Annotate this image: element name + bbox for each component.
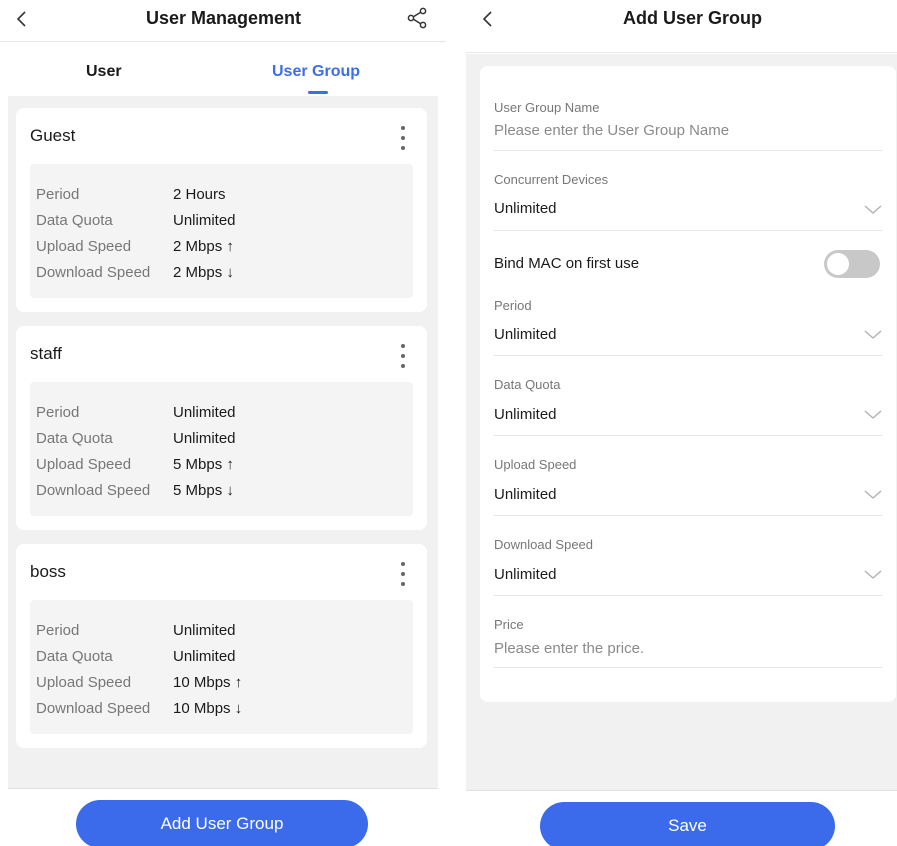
page-title: User Management xyxy=(146,8,302,28)
group-name: Guest xyxy=(30,126,76,145)
group-name-label: User Group Name xyxy=(494,100,600,115)
header: Add User Group xyxy=(466,0,897,53)
detail-value: 10 Mbps ↓ xyxy=(173,700,243,717)
divider xyxy=(494,230,882,231)
detail-value: 2 Hours xyxy=(173,186,226,203)
group-name: staff xyxy=(30,344,62,363)
divider xyxy=(494,667,882,668)
detail-value: Unlimited xyxy=(173,404,236,421)
user-group-list: Guest Period 2 Hours Data Quota Unlimite… xyxy=(8,96,438,788)
user-group-card[interactable]: staff Period Unlimited Data Quota Unlimi… xyxy=(16,326,427,530)
detail-label: Period xyxy=(36,186,80,203)
detail-value: 10 Mbps ↑ xyxy=(173,674,243,691)
detail-value: 5 Mbps ↑ xyxy=(173,456,234,473)
upload-speed-label: Upload Speed xyxy=(494,457,577,472)
group-details: Period 2 Hours Data Quota Unlimited Uplo… xyxy=(30,164,413,298)
bind-mac-label: Bind MAC on first use xyxy=(494,255,640,272)
data-quota-select[interactable]: Unlimited xyxy=(494,406,557,423)
concurrent-devices-label: Concurrent Devices xyxy=(494,172,609,187)
page-title: Add User Group xyxy=(623,8,763,28)
group-details: Period Unlimited Data Quota Unlimited Up… xyxy=(30,600,413,734)
group-name: boss xyxy=(30,562,66,581)
detail-value: 2 Mbps ↓ xyxy=(173,264,234,281)
group-name-input[interactable] xyxy=(494,122,874,139)
detail-label: Download Speed xyxy=(36,264,151,281)
add-user-group-screen: Add User Group User Group Name Concurren… xyxy=(466,0,897,846)
detail-label: Data Quota xyxy=(36,430,113,447)
download-speed-select[interactable]: Unlimited xyxy=(494,566,557,583)
period-label: Period xyxy=(494,298,532,313)
chevron-down-icon[interactable] xyxy=(864,489,882,501)
detail-value: Unlimited xyxy=(173,622,236,639)
chevron-down-icon[interactable] xyxy=(864,569,882,581)
detail-value: 5 Mbps ↓ xyxy=(173,482,234,499)
price-input[interactable] xyxy=(494,640,874,657)
user-group-card[interactable]: Guest Period 2 Hours Data Quota Unlimite… xyxy=(16,108,427,312)
tab-user-group[interactable]: User Group xyxy=(272,63,360,81)
share-icon[interactable] xyxy=(406,6,430,30)
divider xyxy=(494,515,882,516)
divider xyxy=(494,355,882,356)
back-icon[interactable] xyxy=(476,6,500,32)
detail-value: 2 Mbps ↑ xyxy=(173,238,234,255)
chevron-down-icon[interactable] xyxy=(864,329,882,341)
header: User Management xyxy=(0,0,446,42)
detail-label: Upload Speed xyxy=(36,674,132,691)
active-tab-indicator xyxy=(308,91,328,94)
bottom-action-bar: Save xyxy=(466,790,897,846)
period-select[interactable]: Unlimited xyxy=(494,326,557,343)
more-options-icon[interactable] xyxy=(395,124,411,152)
detail-label: Upload Speed xyxy=(36,456,132,473)
add-user-group-form: User Group Name Concurrent Devices Unlim… xyxy=(480,66,896,702)
chevron-down-icon[interactable] xyxy=(864,409,882,421)
tab-bar: User User Group xyxy=(0,43,446,96)
detail-value: Unlimited xyxy=(173,212,236,229)
data-quota-label: Data Quota xyxy=(494,377,561,392)
detail-label: Period xyxy=(36,622,80,639)
toggle-knob xyxy=(827,253,849,275)
detail-label: Upload Speed xyxy=(36,238,132,255)
user-management-screen: User Management User User Group Guest Pe… xyxy=(0,0,446,846)
detail-value: Unlimited xyxy=(173,430,236,447)
more-options-icon[interactable] xyxy=(395,560,411,588)
more-options-icon[interactable] xyxy=(395,342,411,370)
chevron-down-icon[interactable] xyxy=(864,204,882,216)
detail-value: Unlimited xyxy=(173,648,236,665)
user-group-card[interactable]: boss Period Unlimited Data Quota Unlimit… xyxy=(16,544,427,748)
detail-label: Data Quota xyxy=(36,648,113,665)
add-user-group-button[interactable]: Add User Group xyxy=(76,800,368,846)
back-icon[interactable] xyxy=(10,6,34,32)
detail-label: Period xyxy=(36,404,80,421)
divider xyxy=(494,150,882,151)
detail-label: Download Speed xyxy=(36,482,151,499)
concurrent-devices-select[interactable]: Unlimited xyxy=(494,200,557,217)
bottom-action-bar: Add User Group xyxy=(8,788,438,846)
group-details: Period Unlimited Data Quota Unlimited Up… xyxy=(30,382,413,516)
detail-label: Data Quota xyxy=(36,212,113,229)
detail-label: Download Speed xyxy=(36,700,151,717)
tab-user[interactable]: User xyxy=(86,63,122,81)
bind-mac-toggle[interactable] xyxy=(824,250,880,278)
upload-speed-select[interactable]: Unlimited xyxy=(494,486,557,503)
divider xyxy=(494,435,882,436)
divider xyxy=(494,595,882,596)
save-button[interactable]: Save xyxy=(540,802,835,846)
price-label: Price xyxy=(494,617,524,632)
download-speed-label: Download Speed xyxy=(494,537,594,552)
